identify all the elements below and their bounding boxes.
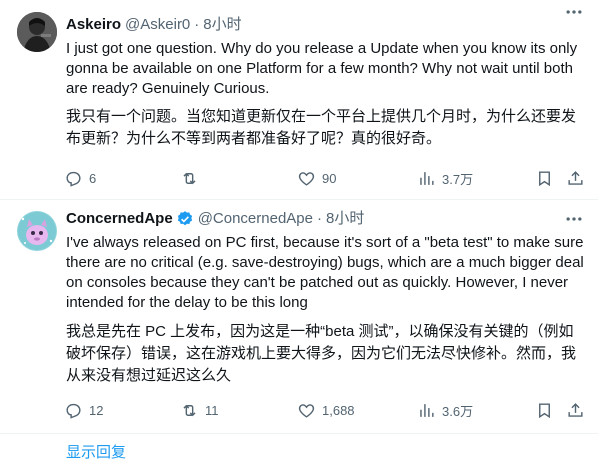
tweet-concernedape[interactable]: ConcernedApe @ConcernedApe · 8小时 I've al… (0, 201, 598, 433)
avatar-image (17, 12, 57, 52)
tweet-header: Askeiro @Askeir0 · 8小时 (66, 15, 242, 35)
tweet-text-translation: 我只有一个问题。当您知道更新仅在一个平台上提供几个月时，为什么还要发布更新？为什… (66, 108, 577, 147)
views-button[interactable]: 3.7万 (417, 166, 473, 190)
like-count: 90 (322, 170, 337, 186)
view-count: 3.7万 (442, 171, 474, 187)
tweet-text-english: I just got one question. Why do you rele… (66, 40, 578, 97)
heart-icon (298, 171, 315, 186)
verified-badge-icon (176, 210, 194, 228)
handle[interactable]: @ConcernedApe (198, 209, 313, 229)
reply-icon (66, 403, 81, 419)
tweet-text-english: I've always released on PC first, becaus… (66, 234, 584, 311)
display-name[interactable]: Askeiro (66, 15, 121, 35)
share-button[interactable] (566, 398, 591, 422)
reply-count: 12 (89, 402, 104, 418)
action-bar: 12 11 1,688 3.6万 (62, 398, 592, 422)
action-bar: 6 90 3.7万 (62, 166, 592, 190)
tweet-header: ConcernedApe @ConcernedApe · 8小时 (66, 209, 364, 229)
tweet-askeiro[interactable]: Askeiro @Askeir0 · 8小时 I just got one qu… (0, 0, 598, 200)
like-button[interactable]: 90 (297, 166, 336, 190)
bookmark-button[interactable] (535, 166, 560, 190)
timestamp[interactable]: 8小时 (326, 209, 364, 229)
retweet-count: 11 (205, 402, 219, 418)
retweet-icon (183, 404, 196, 416)
like-count: 1,688 (322, 402, 355, 418)
separator-dot: · (317, 210, 322, 227)
share-icon (568, 402, 583, 417)
retweet-button[interactable] (180, 166, 205, 190)
divider (0, 433, 598, 434)
share-icon (568, 170, 583, 185)
retweet-icon (183, 172, 196, 184)
retweet-button[interactable]: 11 (180, 398, 219, 422)
bookmark-icon (539, 402, 550, 418)
display-name[interactable]: ConcernedApe (66, 209, 173, 229)
separator-dot: · (194, 16, 200, 33)
more-icon[interactable] (564, 2, 584, 27)
bookmark-button[interactable] (535, 398, 560, 422)
show-replies-link[interactable]: 显示回复 (66, 441, 126, 462)
avatar-image (17, 211, 57, 251)
views-icon (420, 403, 434, 417)
tweet-text-translation: 我总是先在 PC 上发布，因为这是一种“beta 测试”，以确保没有关键的（例如… (66, 323, 577, 384)
avatar-askeiro[interactable] (17, 12, 57, 52)
like-button[interactable]: 1,688 (297, 398, 355, 422)
handle[interactable]: @Askeir0 (125, 15, 190, 35)
view-count: 3.6万 (442, 403, 474, 419)
avatar-concernedape[interactable] (17, 211, 57, 251)
more-icon[interactable] (564, 209, 584, 234)
views-button[interactable]: 3.6万 (417, 398, 473, 422)
reply-icon (66, 171, 81, 187)
reply-button[interactable]: 6 (64, 166, 96, 190)
heart-icon (298, 403, 315, 418)
reply-button[interactable]: 12 (64, 398, 103, 422)
timestamp[interactable]: 8小时 (203, 15, 241, 35)
views-icon (420, 171, 434, 185)
bookmark-icon (539, 170, 550, 186)
reply-count: 6 (89, 170, 97, 186)
share-button[interactable] (566, 166, 591, 190)
